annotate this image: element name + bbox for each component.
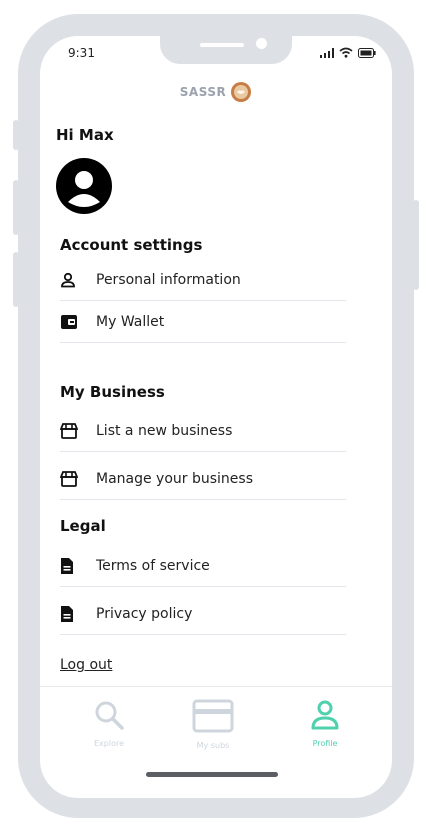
phone-side-button [13,180,19,235]
menu-item-terms-of-service[interactable]: Terms of service [60,546,346,587]
app-header: SASSR [40,81,392,103]
document-icon [60,605,88,623]
section-title-account-settings: Account settings [60,236,203,254]
battery-icon [358,47,376,58]
avatar[interactable] [56,158,112,218]
storefront-icon [60,471,88,487]
section-title-legal: Legal [60,517,106,535]
search-icon [95,701,124,730]
storefront-icon [60,423,88,439]
menu-item-label: Personal information [96,272,241,288]
status-icons [320,47,376,58]
card-icon [192,699,234,733]
tab-my-subs[interactable]: My subs [168,699,258,750]
menu-item-manage-business[interactable]: Manage your business [60,459,346,500]
person-icon [311,700,339,730]
tab-profile[interactable]: Profile [280,699,370,748]
camera [256,38,267,49]
notch [160,36,292,64]
wallet-icon [60,314,88,330]
section-title-my-business: My Business [60,383,165,401]
screen: 9:31 SASSR Hi Max Account settings Perso… [40,36,392,798]
menu-item-privacy-policy[interactable]: Privacy policy [60,594,346,635]
menu-item-label: List a new business [96,423,233,439]
menu-item-personal-information[interactable]: Personal information [60,260,346,301]
tab-label: Explore [93,739,125,748]
home-indicator [146,772,278,777]
phone-side-button [13,120,19,150]
menu-item-label: Terms of service [96,558,210,574]
status-time: 9:31 [68,46,95,60]
user-avatar-icon [56,158,112,214]
signal-icon [320,47,334,58]
brand-name: SASSR [179,85,227,99]
tab-explore[interactable]: Explore [64,699,154,748]
phone-side-button [413,200,419,290]
wifi-icon [339,47,353,58]
greeting: Hi Max [56,126,114,144]
logout-link[interactable]: Log out [60,657,112,673]
menu-item-label: My Wallet [96,314,165,330]
document-icon [60,557,88,575]
person-icon [60,272,88,288]
menu-item-list-new-business[interactable]: List a new business [60,411,346,452]
tab-bar: Explore My subs Profile [40,686,392,798]
phone-side-button [13,252,19,307]
speaker [200,43,244,47]
menu-item-my-wallet[interactable]: My Wallet [60,302,346,343]
coffee-cup-logo-icon [231,82,252,102]
tab-label: My subs [196,741,230,750]
tab-label: Profile [312,739,338,748]
menu-item-label: Privacy policy [96,606,193,622]
menu-item-label: Manage your business [96,471,254,487]
